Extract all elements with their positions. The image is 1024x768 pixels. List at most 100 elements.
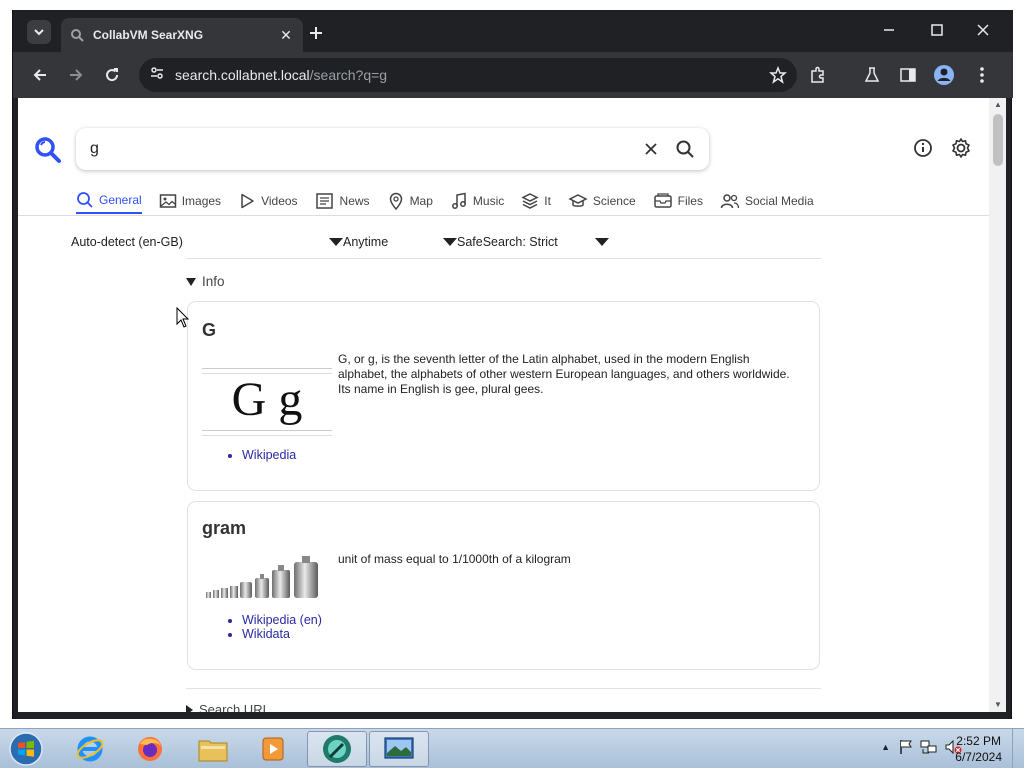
tab-music[interactable]: Music <box>450 188 504 214</box>
side-panel-icon[interactable] <box>895 62 921 88</box>
infobox-card: gram unit of mass equal to 1/1000th of a… <box>187 501 820 670</box>
show-hidden-icons-icon[interactable]: ▲ <box>881 742 890 752</box>
tab-images[interactable]: Images <box>159 188 221 214</box>
profile-avatar-icon[interactable] <box>931 62 957 88</box>
file-explorer-taskbar-item[interactable] <box>183 731 243 767</box>
infobox-title: gram <box>202 518 247 538</box>
weights-image <box>206 556 318 598</box>
internet-explorer-taskbar-item[interactable] <box>60 731 120 767</box>
tab-search-button[interactable] <box>27 20 51 44</box>
browser-toolbar: search.collabnet.local/search?q=g <box>13 52 1013 98</box>
search-input[interactable] <box>90 140 629 158</box>
searxng-favicon-icon <box>69 27 85 43</box>
tab-social-media[interactable]: Social Media <box>720 188 814 214</box>
minimize-button[interactable] <box>869 16 909 44</box>
tab-general-label: General <box>99 193 142 207</box>
reload-icon <box>106 68 119 82</box>
wikipedia-en-link[interactable]: Wikipedia (en) <box>242 613 322 627</box>
tab-title: CollabVM SearXNG <box>93 28 204 42</box>
page-viewport: General Images Videos News Map Music It <box>18 98 1006 712</box>
image-icon <box>159 194 176 208</box>
reload-button[interactable] <box>99 62 125 88</box>
list-item: Wikipedia <box>242 448 296 462</box>
chrome-taskbar-item[interactable] <box>307 731 367 767</box>
action-center-flag-icon[interactable] <box>898 739 914 755</box>
time-range-select-value: Anytime <box>343 235 389 249</box>
bookmark-star-icon[interactable] <box>769 65 787 89</box>
safesearch-select-value: SafeSearch: Strict <box>457 235 558 249</box>
tab-videos[interactable]: Videos <box>238 188 298 214</box>
browser-menu-icon[interactable] <box>969 62 995 88</box>
search-submit-button[interactable] <box>673 137 697 161</box>
windows-logo-icon <box>9 732 43 766</box>
new-tab-button[interactable] <box>303 20 329 46</box>
safesearch-select[interactable]: SafeSearch: Strict <box>457 235 609 249</box>
file-tray-icon <box>653 193 672 208</box>
people-icon <box>720 194 740 209</box>
back-button[interactable] <box>27 62 53 88</box>
tabs-divider <box>18 215 989 216</box>
preferences-button[interactable] <box>949 136 973 160</box>
tab-it[interactable]: It <box>521 188 551 214</box>
show-desktop-button[interactable] <box>1012 729 1024 768</box>
tab-files[interactable]: Files <box>653 188 703 214</box>
scroll-up-arrow-icon[interactable]: ▲ <box>993 100 1003 110</box>
about-info-button[interactable] <box>911 136 935 160</box>
browser-tab[interactable]: CollabVM SearXNG ✕ <box>61 18 303 52</box>
url-path: /search?q=g <box>309 67 388 83</box>
page-scrollbar[interactable]: ▲ ▼ <box>989 98 1006 712</box>
extensions-icon[interactable] <box>805 62 831 88</box>
screen-window-icon <box>384 737 414 759</box>
tab-general[interactable]: General <box>76 188 142 214</box>
newspaper-icon <box>315 193 333 209</box>
site-info-icon[interactable] <box>149 65 165 86</box>
triangle-down-icon <box>186 277 196 286</box>
tab-news[interactable]: News <box>315 188 370 214</box>
searxng-logo-icon[interactable] <box>34 136 62 164</box>
address-bar[interactable]: search.collabnet.local/search?q=g <box>139 58 797 92</box>
network-icon[interactable] <box>920 739 938 755</box>
mouse-cursor-icon <box>176 307 190 328</box>
category-tabs: General Images Videos News Map Music It <box>76 188 831 216</box>
chevron-down-icon <box>595 238 609 246</box>
plus-icon <box>310 27 322 39</box>
results-divider <box>186 688 821 689</box>
search-box <box>76 128 709 170</box>
url-text: search.collabnet.local/search?q=g <box>175 67 387 83</box>
scroll-down-arrow-icon[interactable]: ▼ <box>993 700 1003 710</box>
start-button[interactable] <box>6 731 46 767</box>
language-select-value: Auto-detect (en-GB) <box>71 235 183 249</box>
infobox-description: G, or g, is the seventh letter of the La… <box>338 352 790 396</box>
maximize-icon <box>931 24 943 36</box>
forward-button[interactable] <box>63 62 89 88</box>
infobox-links: Wikipedia (en) Wikidata <box>242 613 322 641</box>
clock-date: 6/7/2024 <box>955 750 1002 764</box>
list-item: Wikidata <box>242 627 322 641</box>
tab-map[interactable]: Map <box>387 188 433 214</box>
maximize-button[interactable] <box>917 16 957 44</box>
music-note-icon <box>451 192 466 209</box>
infobox-links: Wikipedia <box>242 448 296 462</box>
close-window-button[interactable] <box>963 16 1003 44</box>
map-pin-icon <box>389 192 402 210</box>
search-url-toggle[interactable]: Search URL <box>186 702 270 712</box>
search-filters: Auto-detect (en-GB) Anytime SafeSearch: … <box>71 231 609 253</box>
scrollbar-thumb[interactable] <box>993 114 1003 166</box>
taskbar-clock[interactable]: 2:52 PM 6/7/2024 <box>955 733 1002 765</box>
clear-x-icon <box>645 143 657 155</box>
info-toggle[interactable]: Info <box>186 274 225 289</box>
remote-desktop-taskbar-item[interactable] <box>369 731 429 767</box>
wikipedia-link[interactable]: Wikipedia <box>242 448 296 462</box>
url-host: search.collabnet.local <box>175 67 310 83</box>
wikidata-link[interactable]: Wikidata <box>242 627 290 641</box>
tab-close-icon[interactable]: ✕ <box>277 27 295 44</box>
tab-science[interactable]: Science <box>568 188 636 214</box>
clear-search-button[interactable] <box>639 137 663 161</box>
chevron-down-icon <box>34 29 44 36</box>
chevron-down-icon <box>443 238 457 246</box>
time-range-select[interactable]: Anytime <box>343 235 457 249</box>
language-select[interactable]: Auto-detect (en-GB) <box>71 235 343 249</box>
labs-flask-icon[interactable] <box>859 62 885 88</box>
media-player-taskbar-item[interactable] <box>243 731 303 767</box>
firefox-taskbar-item[interactable] <box>120 731 180 767</box>
